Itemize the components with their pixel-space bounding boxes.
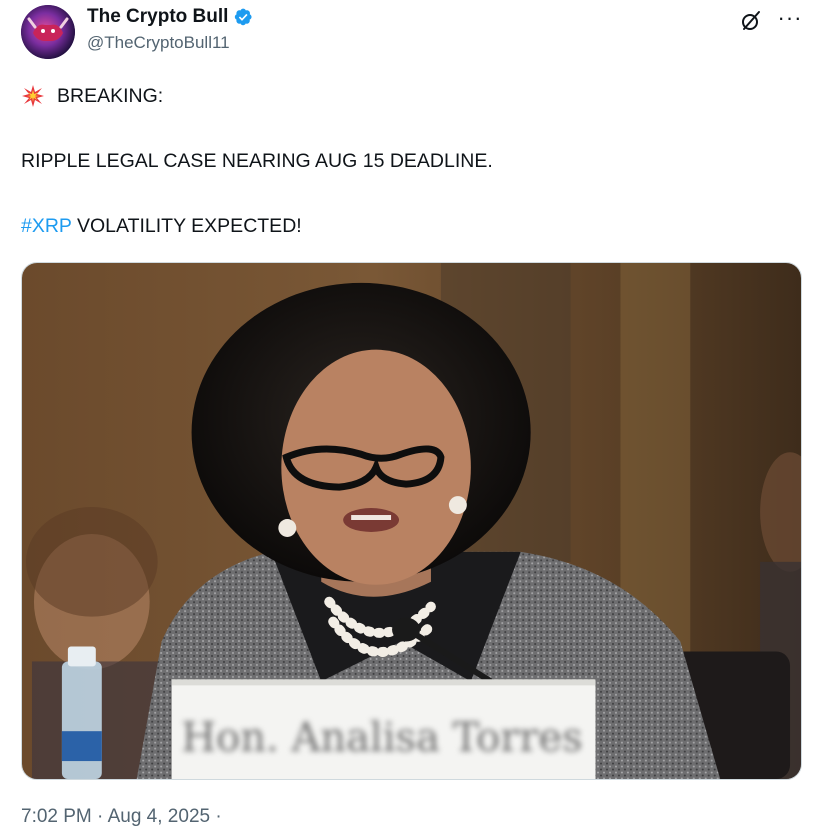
hashtag-link[interactable]: #XRP xyxy=(21,215,72,237)
post-text-ripple: RIPPLE LEGAL CASE NEARING AUG 15 DEADLIN… xyxy=(21,150,493,172)
author-display-name[interactable]: The Crypto Bull xyxy=(87,6,228,28)
photo-scene xyxy=(22,263,801,779)
nameplate-text: Hon. Analisa Torres xyxy=(181,715,583,761)
more-options-icon[interactable]: ··· xyxy=(776,7,804,29)
post-text-volatility: VOLATILITY EXPECTED! xyxy=(71,215,302,237)
post-timestamp[interactable]: 7:02 PM · Aug 4, 2025 · xyxy=(21,806,222,828)
post-line-volatility: #XRP VOLATILITY EXPECTED! xyxy=(21,215,302,238)
verified-badge-icon[interactable] xyxy=(233,7,253,27)
post-line-breaking: BREAKING: xyxy=(21,84,163,108)
author-avatar[interactable] xyxy=(21,5,75,59)
collision-emoji-icon xyxy=(22,85,44,107)
bull-avatar xyxy=(21,5,75,59)
author-handle[interactable]: @TheCryptoBull11 xyxy=(87,33,230,53)
post-photo[interactable]: Hon. Analisa Torres xyxy=(21,262,802,780)
grok-icon[interactable] xyxy=(739,9,763,33)
post-text-breaking: BREAKING: xyxy=(57,84,164,107)
